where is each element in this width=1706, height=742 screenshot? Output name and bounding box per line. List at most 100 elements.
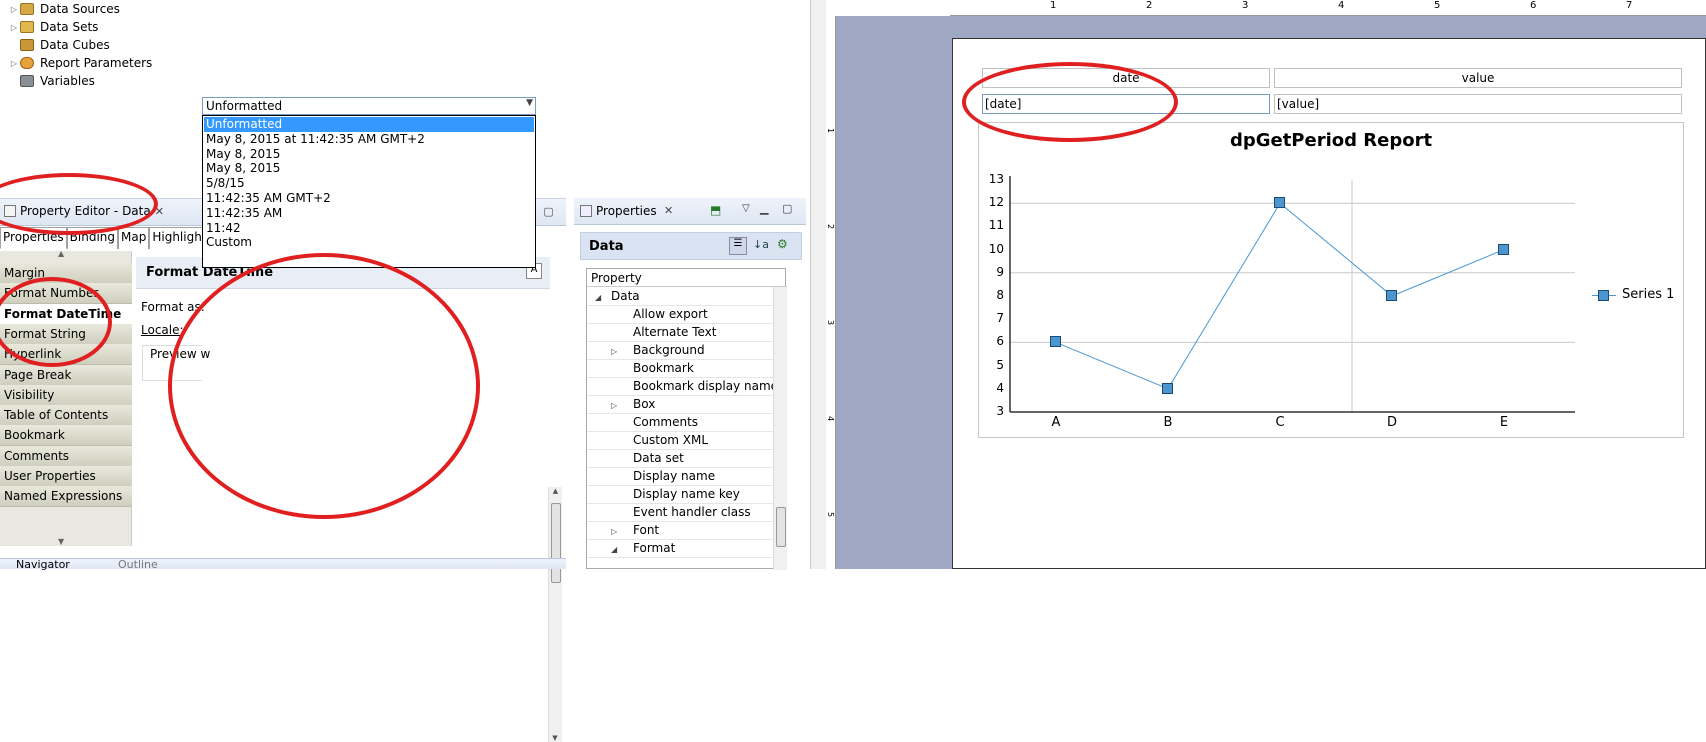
preview-label: Preview w bbox=[150, 347, 211, 361]
property-row[interactable]: ◢ Data bbox=[587, 288, 775, 306]
format-as-value: Unformatted bbox=[206, 99, 283, 113]
scroll-down-icon[interactable]: ▼ bbox=[58, 537, 64, 546]
dropdown-option[interactable]: May 8, 2015 bbox=[204, 147, 534, 162]
data-point[interactable] bbox=[1386, 290, 1397, 301]
scroll-up-icon[interactable]: ▲ bbox=[58, 249, 64, 258]
expand-icon[interactable]: ▷ bbox=[8, 59, 20, 68]
dropdown-option[interactable]: Unformatted bbox=[204, 117, 534, 132]
header-cell-value[interactable]: value bbox=[1274, 68, 1682, 88]
categorized-icon[interactable]: ☰ bbox=[729, 237, 747, 255]
nav-item[interactable]: Table of Contents bbox=[0, 405, 132, 427]
property-row[interactable]: Display name key bbox=[587, 486, 775, 504]
expand-icon[interactable]: ▷ bbox=[611, 343, 623, 360]
dropdown-option[interactable]: 11:42 bbox=[204, 221, 534, 236]
property-row[interactable]: Display name bbox=[587, 468, 775, 486]
scroll-up-icon[interactable]: ▲ bbox=[549, 487, 562, 495]
property-row[interactable]: ▷ Box bbox=[587, 396, 775, 414]
property-row[interactable]: Allow export bbox=[587, 306, 775, 324]
dropdown-option[interactable]: 5/8/15 bbox=[204, 176, 534, 191]
sort-az-icon[interactable]: ↓a bbox=[753, 238, 769, 251]
dropdown-option[interactable]: May 8, 2015 bbox=[204, 161, 534, 176]
detail-cell-value[interactable]: [value] bbox=[1274, 94, 1682, 114]
tree-item[interactable]: Data Cubes bbox=[8, 36, 110, 54]
scrollbar-thumb[interactable] bbox=[776, 507, 786, 547]
detail-cell-date[interactable]: [date] bbox=[982, 94, 1270, 114]
scroll-down-icon[interactable]: ▼ bbox=[549, 734, 561, 742]
collapse-icon[interactable]: ◢ bbox=[611, 541, 623, 558]
format-nav-list: ▲ Margin Format Number Format DateTime Form… bbox=[0, 249, 132, 546]
property-row[interactable]: Alternate Text bbox=[587, 324, 775, 342]
chart-frame[interactable] bbox=[978, 122, 1684, 438]
properties-title[interactable]: Properties bbox=[596, 204, 657, 218]
property-row[interactable]: Custom XML bbox=[587, 432, 775, 450]
nav-item[interactable]: User Properties bbox=[0, 466, 132, 487]
property-row[interactable]: Comments bbox=[587, 414, 775, 432]
property-row[interactable]: Data set bbox=[587, 450, 775, 468]
tree-item[interactable]: Variables bbox=[8, 72, 95, 90]
y-tick-label: 9 bbox=[996, 264, 1004, 279]
property-editor-tabs: Properties Binding Map Highlights bbox=[0, 227, 216, 249]
property-row[interactable]: ▷ Background bbox=[587, 342, 775, 360]
chevron-down-icon[interactable]: ▼ bbox=[526, 98, 533, 108]
y-tick-label: 3 bbox=[996, 404, 1004, 418]
ruler-label: 6 bbox=[1530, 0, 1537, 11]
close-icon[interactable]: ✕ bbox=[664, 204, 673, 217]
tab-map[interactable]: Map bbox=[118, 227, 150, 249]
format-as-select[interactable]: Unformatted ▼ bbox=[202, 97, 536, 115]
scrollbar-thumb[interactable] bbox=[551, 503, 561, 583]
nav-item[interactable]: Format String bbox=[0, 323, 132, 345]
data-point[interactable] bbox=[1050, 336, 1061, 348]
tree-item[interactable]: ▷ Data Sets bbox=[8, 18, 99, 36]
tree-item[interactable]: ▷ Report Parameters bbox=[8, 54, 152, 72]
dropdown-option[interactable]: May 8, 2015 at 11:42:35 AM GMT+2 bbox=[204, 132, 534, 147]
nav-item[interactable]: Margin bbox=[0, 263, 132, 284]
expand-icon[interactable]: ▷ bbox=[611, 523, 623, 540]
properties-scrollbar[interactable] bbox=[773, 287, 787, 570]
data-point[interactable] bbox=[1274, 197, 1285, 209]
data-point[interactable] bbox=[1162, 382, 1173, 394]
property-row[interactable]: Event handler class bbox=[587, 504, 775, 522]
dropdown-option[interactable]: Custom bbox=[204, 235, 534, 250]
expand-icon[interactable]: ▷ bbox=[611, 397, 623, 414]
properties-view: Properties ✕ ⬒ ▽ ▁ ▢ Data ☰ ↓a ⚙ Propert… bbox=[574, 198, 806, 570]
tab-binding[interactable]: Binding bbox=[66, 227, 119, 249]
nav-item[interactable]: Format Number bbox=[0, 283, 132, 305]
property-column-header[interactable]: Property bbox=[587, 269, 787, 287]
data-point[interactable] bbox=[1498, 243, 1509, 255]
tab-properties[interactable]: Properties bbox=[0, 227, 67, 249]
header-cell-date[interactable]: date bbox=[982, 68, 1270, 88]
tree-item[interactable]: ▷ Data Sources bbox=[8, 0, 120, 18]
nav-item[interactable]: Visibility bbox=[0, 384, 132, 406]
property-row[interactable]: ▷ Font bbox=[587, 522, 775, 540]
pin-icon[interactable]: ⬒ bbox=[710, 203, 721, 217]
maximize-icon[interactable]: ▢ bbox=[782, 202, 792, 215]
editor-scrollbar[interactable]: ▲ ▼ bbox=[548, 487, 562, 742]
tab-outline[interactable]: Outline bbox=[118, 559, 158, 570]
format-options-list[interactable]: Unformatted May 8, 2015 at 11:42:35 AM GM… bbox=[202, 115, 536, 268]
expand-icon[interactable]: ▷ bbox=[8, 5, 20, 14]
property-row[interactable]: Bookmark display name bbox=[587, 378, 778, 396]
property-editor-tab[interactable]: Property Editor - Data ✕ bbox=[4, 204, 164, 218]
expand-icon[interactable]: ▷ bbox=[8, 23, 20, 32]
dropdown-option[interactable]: 11:42:35 AM bbox=[204, 206, 534, 221]
minimize-icon[interactable]: ▁ bbox=[760, 202, 768, 215]
property-label: Custom XML bbox=[633, 433, 709, 447]
property-label: Comments bbox=[633, 415, 699, 429]
nav-item[interactable]: Comments bbox=[0, 445, 132, 467]
nav-item[interactable]: Bookmark bbox=[0, 425, 132, 447]
advanced-icon[interactable]: ⚙ bbox=[777, 237, 788, 251]
nav-item[interactable]: Page Break bbox=[0, 364, 132, 386]
nav-item[interactable]: Format DateTime bbox=[0, 303, 132, 325]
close-icon[interactable]: ✕ bbox=[155, 205, 164, 218]
sash-separator[interactable] bbox=[810, 0, 826, 569]
nav-item[interactable]: Named Expressions bbox=[0, 486, 132, 508]
property-row[interactable]: ◢ Format bbox=[587, 540, 775, 558]
view-menu-icon[interactable]: ▽ bbox=[742, 203, 750, 214]
y-tick-label: 12 bbox=[988, 195, 1004, 210]
property-row[interactable]: Bookmark bbox=[587, 360, 775, 378]
nav-item[interactable]: Hyperlink bbox=[0, 344, 132, 366]
tab-navigator[interactable]: Navigator bbox=[16, 559, 70, 570]
maximize-icon[interactable]: ▢ bbox=[542, 205, 555, 218]
dropdown-option[interactable]: 11:42:35 AM GMT+2 bbox=[204, 191, 534, 206]
collapse-icon[interactable]: ◢ bbox=[595, 289, 607, 306]
